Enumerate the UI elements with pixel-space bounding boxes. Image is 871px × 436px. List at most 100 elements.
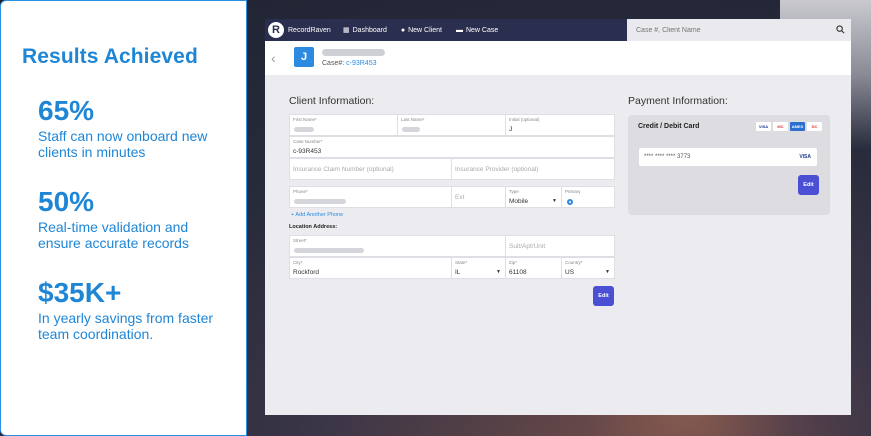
redacted-value xyxy=(294,127,314,132)
client-name-redacted xyxy=(322,49,385,56)
saved-card[interactable]: **** **** **** 3773 VISA xyxy=(639,148,817,166)
field-label: Primary xyxy=(565,189,581,194)
stat-value: 65% xyxy=(38,95,95,126)
phone-row: Phone* Ext Type Mobile ▼ Primary xyxy=(289,186,615,208)
suite-field[interactable]: Suit/Apt/Unit xyxy=(506,236,614,256)
stat-onboarding: 65% Staff can now onboard new clients in… xyxy=(22,95,246,161)
stat-value: $35K+ xyxy=(38,277,122,308)
mastercard-icon: MC xyxy=(773,122,788,131)
payment-edit-button[interactable]: Edit xyxy=(798,175,819,195)
card-number: **** **** **** 3773 xyxy=(644,154,691,160)
street-field[interactable]: Street* xyxy=(290,236,506,256)
redacted-value xyxy=(402,127,420,132)
field-label: State* xyxy=(455,260,468,265)
primary-field: Primary xyxy=(562,187,614,207)
city-field[interactable]: City* Rockford xyxy=(290,258,452,278)
caret-down-icon: ▼ xyxy=(496,269,501,275)
logo-icon: R xyxy=(268,22,284,38)
field-label: Zip* xyxy=(509,260,518,265)
case-number: c-93R453 xyxy=(346,60,377,67)
search-bar xyxy=(627,19,851,41)
add-phone-link[interactable]: + Add Another Phone xyxy=(291,212,615,222)
state-select[interactable]: State* IL ▼ xyxy=(452,258,506,278)
field-value: J xyxy=(509,126,513,133)
provider-field[interactable]: Insurance Provider (optional) xyxy=(452,159,614,179)
field-label: Phone* xyxy=(293,189,308,194)
field-placeholder: Suit/Apt/Unit xyxy=(509,243,546,250)
field-label: Initial (optional) xyxy=(509,117,540,122)
card-type-heading: Credit / Debit Card xyxy=(638,123,700,130)
stat-text: Real-time validation and ensure accurate… xyxy=(38,219,189,251)
field-label: Case Number* xyxy=(293,139,323,144)
results-panel: Results Achieved 65% Staff can now onboa… xyxy=(0,0,247,436)
logo[interactable]: R RecordRaven xyxy=(265,22,343,38)
last-name-field[interactable]: Last Name* xyxy=(398,115,506,135)
case-number-field[interactable]: Case Number* c-93R453 xyxy=(290,137,614,157)
redacted-value xyxy=(294,248,364,253)
field-value: Rockford xyxy=(293,269,320,276)
field-label: Last Name* xyxy=(401,117,425,122)
phone-type-select[interactable]: Type Mobile ▼ xyxy=(506,187,562,207)
client-edit-button[interactable]: Edit xyxy=(593,286,614,306)
nav-label: Dashboard xyxy=(352,26,387,34)
logo-text: RecordRaven xyxy=(288,26,331,34)
name-row: First Name* Last Name* Initial (optional… xyxy=(289,114,615,136)
info-icon: ● xyxy=(400,26,406,34)
first-name-field[interactable]: First Name* xyxy=(290,115,398,135)
briefcase-icon: ▬ xyxy=(455,26,463,34)
field-value: Mobile xyxy=(509,198,529,205)
grid-icon: ▦ xyxy=(343,27,350,34)
ext-field[interactable]: Ext xyxy=(452,187,506,207)
field-value: 61108 xyxy=(509,269,527,276)
nav-dashboard[interactable]: ▦ Dashboard xyxy=(343,26,387,35)
back-chevron-icon[interactable]: ‹ xyxy=(271,50,276,66)
search-input[interactable] xyxy=(636,26,826,34)
client-form: First Name* Last Name* Initial (optional… xyxy=(289,114,615,279)
case-number-line: Case#: c-93R453 xyxy=(322,60,377,67)
visa-icon: VISA xyxy=(756,122,771,131)
field-value: c-93R453 xyxy=(293,148,322,155)
field-label: Country* xyxy=(565,260,583,265)
country-select[interactable]: Country* US ▼ xyxy=(562,258,614,278)
city-row: City* Rockford State* IL ▼ Zip* 61108 Co… xyxy=(289,257,615,279)
case-number-row: Case Number* c-93R453 xyxy=(289,136,615,158)
primary-radio[interactable] xyxy=(567,199,573,205)
search-icon[interactable] xyxy=(836,25,845,34)
diners-icon: DC xyxy=(807,122,822,131)
amex-icon: AMEX xyxy=(790,122,805,131)
case-label: Case#: xyxy=(322,60,345,67)
stat-text: Staff can now onboard new clients in min… xyxy=(38,128,208,160)
claim-number-field[interactable]: Insurance Claim Number (optional) xyxy=(290,159,452,179)
field-label: Type xyxy=(509,189,519,194)
app-window: R RecordRaven ▦ Dashboard ● New Client ▬… xyxy=(265,19,851,415)
nav-label: New Case xyxy=(465,26,499,34)
payment-card-panel: Credit / Debit Card VISA MC AMEX DC ****… xyxy=(628,115,830,215)
top-navbar: R RecordRaven ▦ Dashboard ● New Client ▬… xyxy=(265,19,851,41)
field-placeholder: Ext xyxy=(455,194,465,201)
field-value: IL xyxy=(455,269,461,276)
caret-down-icon: ▼ xyxy=(605,269,610,275)
case-header: ‹ J Case#: c-93R453 xyxy=(265,41,851,75)
nav-new-client[interactable]: ● New Client xyxy=(401,27,442,34)
street-row: Street* Suit/Apt/Unit xyxy=(289,235,615,257)
field-label: City* xyxy=(293,260,303,265)
stat-validation: 50% Real-time validation and ensure accu… xyxy=(22,186,246,252)
location-title: Location Address: xyxy=(289,224,338,230)
client-info-title: Client Information: xyxy=(289,95,375,107)
redacted-value xyxy=(294,199,346,204)
nav-new-case[interactable]: ▬ New Case xyxy=(456,27,498,34)
results-title: Results Achieved xyxy=(22,45,198,68)
stat-value: 50% xyxy=(38,186,95,217)
field-placeholder: Insurance Provider (optional) xyxy=(455,166,539,173)
initial-field[interactable]: Initial (optional) J xyxy=(506,115,614,135)
payment-info-title: Payment Information: xyxy=(628,95,728,107)
stat-text: In yearly savings from faster team coord… xyxy=(38,310,214,342)
client-avatar: J xyxy=(294,47,314,67)
field-value: US xyxy=(565,269,575,276)
field-label: Street* xyxy=(293,238,307,243)
phone-field[interactable]: Phone* xyxy=(290,187,452,207)
zip-field[interactable]: Zip* 61108 xyxy=(506,258,562,278)
caret-down-icon: ▼ xyxy=(552,198,557,204)
card-brands: VISA MC AMEX DC xyxy=(756,122,822,131)
nav-label: New Client xyxy=(408,26,442,34)
